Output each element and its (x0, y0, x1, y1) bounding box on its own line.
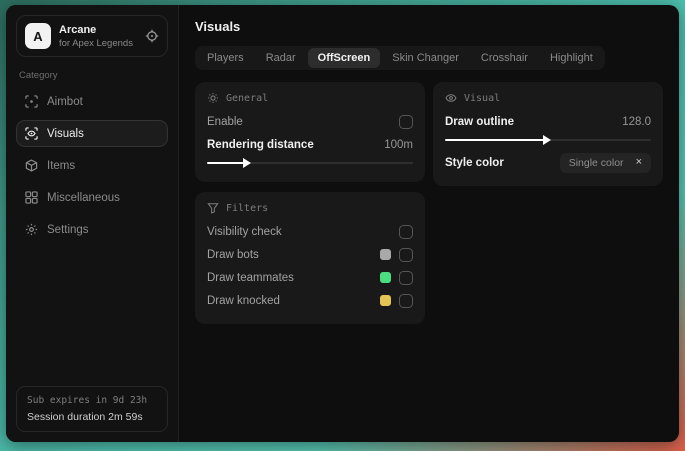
sidebar-item-settings[interactable]: Settings (16, 216, 168, 243)
draw-teammates-color-swatch[interactable] (380, 272, 391, 283)
sidebar-item-label: Items (47, 159, 76, 172)
visibility-check-row: Visibility check (207, 220, 413, 243)
slider-thumb[interactable] (543, 134, 551, 145)
app-window: A Arcane for Apex Legends Category Aimbo (6, 5, 679, 442)
tab-highlight[interactable]: Highlight (540, 48, 603, 68)
slider-thumb[interactable] (243, 157, 252, 168)
draw-knocked-checkbox[interactable] (399, 293, 413, 308)
filters-panel-title: Filters (226, 202, 269, 214)
rendering-distance-row: Rendering distance 100m (207, 133, 413, 156)
rendering-distance-label: Rendering distance (207, 138, 314, 151)
draw-teammates-checkbox[interactable] (399, 270, 413, 285)
slider-fill (445, 134, 551, 145)
slider-fill (207, 157, 252, 168)
sidebar-item-label: Miscellaneous (47, 191, 120, 204)
eye-icon (445, 92, 457, 104)
tab-radar[interactable]: Radar (256, 48, 306, 68)
visual-panel: Visual Draw outline 128.0 Style color Si… (433, 82, 663, 186)
visual-panel-header: Visual (445, 92, 651, 104)
general-panel-header: General (207, 92, 413, 104)
visibility-check-label: Visibility check (207, 225, 282, 238)
brand-text: Arcane for Apex Legends (59, 24, 137, 49)
tab-offscreen[interactable]: OffScreen (307, 48, 381, 68)
draw-teammates-label: Draw teammates (207, 271, 294, 284)
panels-area: General Enable Rendering distance 100m F… (195, 82, 663, 324)
filters-panel: Filters Visibility check Draw bots Draw … (195, 192, 425, 324)
sidebar-item-visuals[interactable]: Visuals (16, 120, 168, 147)
style-color-row: Style color Single color × (445, 151, 651, 174)
sidebar-item-aimbot[interactable]: Aimbot (16, 88, 168, 115)
filters-panel-header: Filters (207, 202, 413, 214)
draw-teammates-row: Draw teammates (207, 266, 413, 289)
eye-scan-icon (25, 127, 38, 140)
sub-expires-text: Sub expires in 9d 23h (27, 395, 148, 406)
gear-icon (25, 223, 38, 236)
app-subtitle: for Apex Legends (59, 37, 133, 49)
brand-card: A Arcane for Apex Legends (16, 15, 168, 57)
draw-outline-row: Draw outline 128.0 (445, 110, 651, 133)
app-logo: A (25, 23, 51, 49)
general-panel: General Enable Rendering distance 100m (195, 82, 425, 182)
draw-bots-label: Draw bots (207, 248, 259, 261)
tab-skin-changer[interactable]: Skin Changer (382, 48, 469, 68)
grid-icon (25, 191, 38, 204)
page-title: Visuals (195, 19, 241, 34)
draw-outline-value: 128.0 (622, 115, 651, 128)
sidebar-item-label: Settings (47, 223, 89, 236)
draw-bots-checkbox[interactable] (399, 247, 413, 262)
enable-row: Enable (207, 110, 413, 133)
sun-icon (207, 92, 219, 104)
sidebar: A Arcane for Apex Legends Category Aimbo (6, 5, 179, 442)
style-color-selected-value: Single color (568, 156, 624, 169)
draw-outline-label: Draw outline (445, 115, 515, 128)
aim-target-icon (25, 95, 38, 108)
sidebar-item-miscellaneous[interactable]: Miscellaneous (16, 184, 168, 211)
draw-knocked-color-swatch[interactable] (380, 295, 391, 306)
tab-bar: Players Radar OffScreen Skin Changer Cro… (195, 46, 605, 70)
main-content: Visuals Players Radar OffScreen Skin Cha… (179, 5, 679, 442)
visibility-check-checkbox[interactable] (399, 224, 413, 239)
style-color-label: Style color (445, 156, 504, 169)
box-icon (25, 159, 38, 172)
tab-crosshair[interactable]: Crosshair (471, 48, 538, 68)
crosshair-target-icon[interactable] (145, 29, 159, 43)
enable-label: Enable (207, 115, 243, 128)
rendering-distance-value: 100m (384, 138, 413, 151)
category-label: Category (19, 70, 58, 81)
right-column: Visual Draw outline 128.0 Style color Si… (433, 82, 663, 186)
funnel-icon (207, 202, 219, 214)
tab-players[interactable]: Players (197, 48, 254, 68)
draw-bots-row: Draw bots (207, 243, 413, 266)
draw-outline-slider[interactable] (445, 134, 651, 145)
draw-bots-color-swatch[interactable] (380, 249, 391, 260)
draw-knocked-label: Draw knocked (207, 294, 280, 307)
sidebar-item-items[interactable]: Items (16, 152, 168, 179)
general-panel-title: General (226, 92, 269, 104)
session-duration-text: Session duration 2m 59s (27, 411, 143, 423)
app-title: Arcane (59, 23, 97, 36)
rendering-distance-slider[interactable] (207, 157, 413, 168)
clear-selection-icon[interactable]: × (636, 157, 642, 168)
left-column: General Enable Rendering distance 100m F… (195, 82, 425, 324)
draw-knocked-row: Draw knocked (207, 289, 413, 312)
style-color-select[interactable]: Single color × (559, 152, 651, 173)
visual-panel-title: Visual (464, 92, 501, 104)
sidebar-item-label: Visuals (47, 127, 84, 140)
sidebar-item-label: Aimbot (47, 95, 83, 108)
enable-checkbox[interactable] (399, 114, 413, 129)
subscription-card: Sub expires in 9d 23h Session duration 2… (16, 386, 168, 432)
